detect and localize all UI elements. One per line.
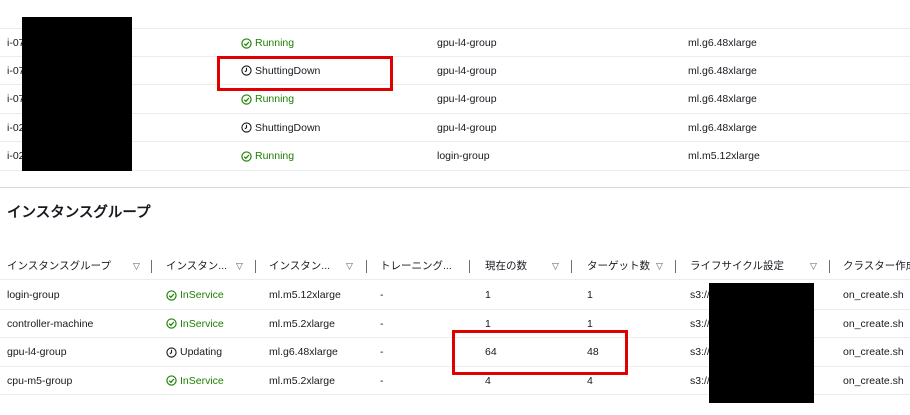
group-created: on_create.sh (843, 317, 904, 330)
group-table-header: インスタンスグループ ▽ インスタン... ▽ インスタン... ▽ トレーニン… (0, 252, 910, 280)
group-status-label: InService (180, 317, 224, 330)
table-row[interactable]: i-07 ShuttingDown gpu-l4-group ml.g6.48x… (0, 57, 910, 86)
clock-icon (166, 347, 177, 358)
group-current-count: 1 (485, 289, 491, 301)
check-circle-icon (241, 151, 252, 162)
group-status: Updating (166, 338, 222, 366)
group-lifecycle: s3:// (690, 289, 710, 301)
column-header-created[interactable]: クラスター作成 (843, 252, 910, 280)
instance-group: login-group (437, 150, 490, 163)
group-status: InService (166, 367, 224, 395)
group-created: on_create.sh (843, 374, 904, 387)
check-circle-icon (166, 318, 177, 329)
group-training: - (380, 374, 384, 387)
check-circle-icon (166, 289, 177, 301)
table-row[interactable]: i-07 Running gpu-l4-group ml.g6.48xlarge (0, 28, 910, 57)
section-divider (0, 187, 910, 188)
caret-down-icon[interactable]: ▽ (346, 252, 353, 280)
table-row[interactable]: i-07 Running gpu-l4-group ml.g6.48xlarge (0, 85, 910, 114)
group-status: InService (166, 310, 224, 338)
group-status-label: InService (180, 374, 224, 387)
column-header-status[interactable]: インスタン... (166, 252, 227, 280)
group-name[interactable]: cpu-m5-group (7, 367, 72, 395)
instance-group: gpu-l4-group (437, 121, 497, 134)
caret-down-icon[interactable]: ▽ (133, 252, 140, 280)
group-training: - (380, 289, 384, 301)
column-header-type[interactable]: インスタン... (269, 252, 330, 280)
column-header-training[interactable]: トレーニング... (380, 252, 452, 280)
caret-down-icon[interactable]: ▽ (236, 252, 243, 280)
instance-status-label: Running (255, 37, 295, 49)
group-lifecycle: s3:// (690, 374, 710, 387)
instance-status-label: ShuttingDown (255, 121, 321, 134)
column-divider[interactable] (675, 260, 676, 273)
instance-status-label: Running (255, 150, 295, 163)
column-header-target[interactable]: ターゲット数 (587, 252, 650, 280)
group-training: - (380, 317, 384, 330)
clock-icon (241, 122, 252, 133)
instance-status: Running (241, 142, 294, 170)
table-row[interactable]: i-02 Running login-group ml.m5.12xlarge (0, 142, 910, 171)
highlight-box-shuttingdown (217, 56, 393, 91)
group-target-count: 1 (587, 289, 593, 301)
group-instance-type: ml.m5.2xlarge (269, 317, 335, 330)
instance-type: ml.g6.48xlarge (688, 64, 757, 77)
caret-down-icon[interactable]: ▽ (552, 252, 559, 280)
instance-type: ml.g6.48xlarge (688, 37, 757, 49)
check-circle-icon (166, 375, 177, 386)
table-row[interactable]: i-02 ShuttingDown gpu-l4-group ml.g6.48x… (0, 114, 910, 143)
column-header-current[interactable]: 現在の数 (485, 252, 527, 280)
check-circle-icon (241, 94, 252, 105)
redaction-box (22, 17, 132, 171)
column-header-lifecycle[interactable]: ライフサイクル設定 (690, 252, 784, 280)
group-instance-type: ml.m5.12xlarge (269, 289, 341, 301)
group-instance-type: ml.g6.48xlarge (269, 346, 338, 359)
highlight-box-counts (452, 330, 628, 375)
caret-down-icon[interactable]: ▽ (810, 252, 817, 280)
caret-down-icon[interactable]: ▽ (656, 252, 663, 280)
section-title: インスタンスグループ (7, 205, 151, 221)
instance-status: ShuttingDown (241, 114, 320, 142)
column-divider[interactable] (366, 260, 367, 273)
group-status: InService (166, 281, 224, 309)
check-circle-icon (241, 37, 252, 49)
group-name[interactable]: login-group (7, 281, 60, 309)
group-lifecycle: s3:// (690, 346, 710, 359)
instance-group: gpu-l4-group (437, 37, 497, 49)
instance-group: gpu-l4-group (437, 64, 497, 77)
column-divider[interactable] (829, 260, 830, 273)
instance-group: gpu-l4-group (437, 93, 497, 106)
group-name[interactable]: controller-machine (7, 310, 93, 338)
column-header-name[interactable]: インスタンスグループ (7, 252, 111, 280)
group-created: on_create.sh (843, 346, 904, 359)
instance-type: ml.m5.12xlarge (688, 150, 760, 163)
instance-status: Running (241, 29, 294, 57)
column-divider[interactable] (571, 260, 572, 273)
instance-type: ml.g6.48xlarge (688, 121, 757, 134)
group-lifecycle: s3:// (690, 317, 710, 330)
instance-type: ml.g6.48xlarge (688, 93, 757, 106)
group-status-label: Updating (180, 346, 223, 359)
column-divider[interactable] (255, 260, 256, 273)
group-name[interactable]: gpu-l4-group (7, 338, 67, 366)
group-status-label: InService (180, 289, 224, 301)
group-created: on_create.sh (843, 289, 904, 301)
instances-table: i-07 Running gpu-l4-group ml.g6.48xlarge… (0, 28, 910, 171)
redaction-box (709, 283, 814, 403)
column-divider[interactable] (469, 260, 470, 273)
group-instance-type: ml.m5.2xlarge (269, 374, 335, 387)
group-training: - (380, 346, 384, 359)
column-divider[interactable] (151, 260, 152, 273)
